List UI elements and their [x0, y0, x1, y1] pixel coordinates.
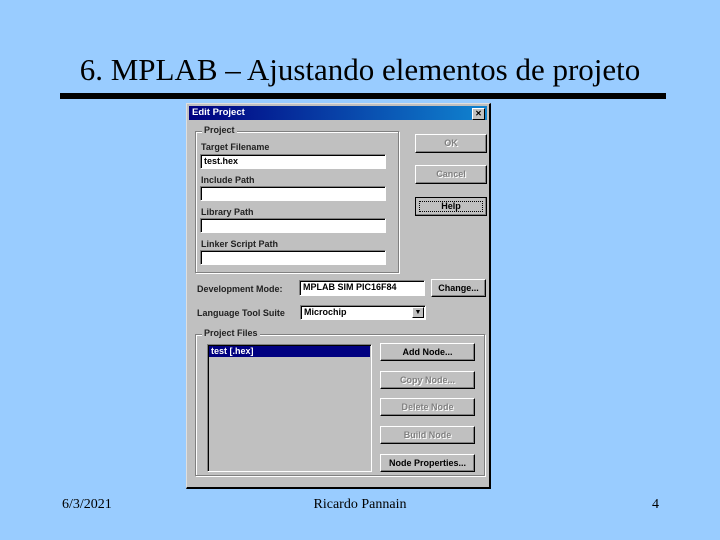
help-button[interactable]: Help: [415, 197, 487, 216]
project-files-label: Project Files: [202, 328, 260, 338]
library-path-label: Library Path: [201, 207, 254, 217]
list-item[interactable]: test [.hex]: [209, 346, 370, 357]
development-mode-label: Development Mode:: [197, 284, 283, 294]
title-rule: [60, 93, 666, 99]
copy-node-button[interactable]: Copy Node...: [380, 371, 475, 389]
edit-project-dialog: Edit Project ✕ Project Target Filename t…: [186, 103, 491, 489]
build-node-button[interactable]: Build Node: [380, 426, 475, 444]
footer-author: Ricardo Pannain: [313, 497, 407, 512]
project-files-list[interactable]: test [.hex]: [207, 344, 372, 472]
target-filename-label: Target Filename: [201, 142, 270, 152]
change-button[interactable]: Change...: [431, 279, 486, 297]
library-path-input[interactable]: [200, 218, 386, 233]
delete-node-button[interactable]: Delete Node: [380, 398, 475, 416]
include-path-input[interactable]: [200, 186, 386, 201]
linker-script-path-input[interactable]: [200, 250, 386, 265]
target-filename-input[interactable]: test.hex: [200, 154, 386, 169]
include-path-label: Include Path: [201, 175, 255, 185]
language-tool-suite-label: Language Tool Suite: [197, 308, 285, 318]
close-icon[interactable]: ✕: [472, 108, 485, 120]
ok-button[interactable]: OK: [415, 134, 487, 153]
slide-title: 6. MPLAB – Ajustando elementos de projet…: [79, 52, 641, 87]
footer-page-number: 4: [652, 497, 659, 512]
add-node-button[interactable]: Add Node...: [380, 343, 475, 361]
project-group-label: Project: [202, 125, 237, 135]
cancel-button[interactable]: Cancel: [415, 165, 487, 184]
development-mode-field: MPLAB SIM PIC16F84: [299, 280, 425, 296]
dialog-titlebar[interactable]: Edit Project ✕: [189, 106, 487, 120]
dialog-title: Edit Project: [192, 107, 245, 118]
language-tool-suite-value: Microchip: [304, 307, 347, 317]
chevron-down-icon[interactable]: ▼: [412, 307, 424, 318]
linker-script-path-label: Linker Script Path: [201, 239, 279, 249]
language-tool-suite-select[interactable]: Microchip ▼: [300, 305, 426, 320]
node-properties-button[interactable]: Node Properties...: [380, 454, 475, 472]
